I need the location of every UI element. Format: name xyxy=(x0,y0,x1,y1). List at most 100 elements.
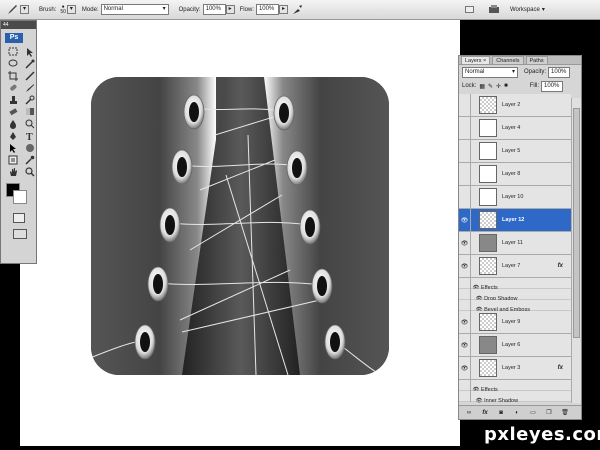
file-browser-icon[interactable] xyxy=(464,4,476,16)
lock-transparent-icon[interactable]: ▦ xyxy=(479,83,485,90)
visibility-toggle[interactable] xyxy=(459,117,471,139)
effects-row[interactable]: 👁 Effects xyxy=(459,278,571,291)
add-mask-icon[interactable]: ◙ xyxy=(497,410,506,416)
photoshop-window: ▾ Brush: ● 50 ▾ Mode: Normal ▾ Opacity: … xyxy=(0,0,600,450)
layer-row[interactable]: 👁 Layer 9 xyxy=(459,311,571,334)
eye-icon[interactable]: 👁 xyxy=(459,209,471,231)
type-tool-icon[interactable]: T xyxy=(23,130,37,141)
layer-row[interactable]: Layer 4 xyxy=(459,117,571,140)
visibility-toggle[interactable] xyxy=(459,163,471,185)
background-color-swatch[interactable] xyxy=(13,190,27,204)
effect-row[interactable]: 👁 Inner Shadow xyxy=(459,391,571,404)
flow-input[interactable]: 100% xyxy=(255,4,279,15)
effect-row[interactable]: 👁 Drop Shadow xyxy=(459,289,571,302)
blur-tool-icon[interactable] xyxy=(6,118,20,129)
layer-row[interactable]: Layer 5 xyxy=(459,140,571,163)
eye-icon[interactable]: 👁 xyxy=(459,311,471,333)
mode-select[interactable]: Normal ▾ xyxy=(100,4,169,15)
brush-dropdown[interactable]: ▾ xyxy=(66,5,76,14)
bridge-icon[interactable] xyxy=(488,4,500,16)
marquee-tool-icon[interactable] xyxy=(6,46,20,57)
effect-row[interactable]: 👁 Bevel and Emboss xyxy=(459,300,571,313)
flow-slider-toggle[interactable]: ▸ xyxy=(278,5,288,14)
brush-tool-icon[interactable] xyxy=(23,82,37,93)
layer-row[interactable]: 👁 Layer 6 xyxy=(459,334,571,357)
eye-icon[interactable]: 👁 xyxy=(459,232,471,254)
move-tool-icon[interactable] xyxy=(23,46,37,57)
visibility-toggle[interactable] xyxy=(459,94,471,116)
lasso-tool-icon[interactable] xyxy=(6,58,20,69)
tool-preset-dropdown[interactable]: ▾ xyxy=(20,5,29,14)
airbrush-icon[interactable] xyxy=(292,4,304,16)
slice-tool-icon[interactable] xyxy=(23,70,37,81)
link-layers-icon[interactable]: ∞ xyxy=(465,410,474,416)
notes-tool-icon[interactable] xyxy=(6,154,20,165)
visibility-toggle[interactable] xyxy=(459,186,471,208)
fx-icon[interactable]: fx xyxy=(558,263,563,269)
adjustment-layer-icon[interactable]: ◐ xyxy=(513,410,522,416)
gradient-tool-icon[interactable] xyxy=(23,106,37,117)
new-group-icon[interactable]: ▭ xyxy=(529,409,538,416)
lock-label: Lock: xyxy=(462,83,477,89)
pen-tool-icon[interactable] xyxy=(6,130,20,141)
tab-layers-label: Layers xyxy=(465,58,482,64)
shape-tool-icon[interactable] xyxy=(23,142,37,153)
path-selection-icon[interactable] xyxy=(6,142,20,153)
magic-wand-icon[interactable] xyxy=(23,58,37,69)
options-bar: ▾ Brush: ● 50 ▾ Mode: Normal ▾ Opacity: … xyxy=(0,0,600,20)
visibility-toggle[interactable] xyxy=(459,140,471,162)
eraser-tool-icon[interactable] xyxy=(6,106,20,117)
clone-stamp-icon[interactable] xyxy=(6,94,20,105)
panel-tabs: Layers × Channels Paths xyxy=(459,56,581,65)
crop-tool-icon[interactable] xyxy=(6,70,20,81)
flow-label: Flow: xyxy=(239,6,254,13)
eye-icon[interactable]: 👁 xyxy=(476,398,483,404)
trash-icon[interactable]: 🗑 xyxy=(561,409,570,416)
tab-paths[interactable]: Paths xyxy=(525,56,548,64)
tab-channels[interactable]: Channels xyxy=(492,56,524,64)
eye-icon[interactable]: 👁 xyxy=(459,255,471,277)
screen-mode-icon[interactable] xyxy=(13,229,27,239)
opacity-input[interactable]: 100% xyxy=(202,4,226,15)
layer-row-selected[interactable]: 👁 Layer 12 xyxy=(459,209,571,232)
lock-all-icon[interactable]: ■ xyxy=(504,83,508,89)
layer-name: Layer 8 xyxy=(502,171,521,177)
tab-layers[interactable]: Layers × xyxy=(461,56,491,64)
new-layer-icon[interactable]: ❐ xyxy=(545,409,554,416)
brush-picker[interactable]: ● 50 xyxy=(60,4,66,15)
eyedropper-icon[interactable] xyxy=(23,154,37,165)
quick-mask-icon[interactable] xyxy=(13,213,25,223)
dodge-tool-icon[interactable] xyxy=(23,118,37,129)
effects-row[interactable]: 👁 Effects xyxy=(459,380,571,393)
mode-label: Mode: xyxy=(81,6,99,13)
add-style-icon[interactable]: fx xyxy=(481,410,490,416)
layer-opacity-input[interactable]: 100% xyxy=(548,66,571,78)
healing-brush-icon[interactable] xyxy=(6,82,20,93)
zoom-tool-icon[interactable] xyxy=(23,166,37,177)
layer-row[interactable]: Layer 10 xyxy=(459,186,571,209)
history-brush-icon[interactable] xyxy=(23,94,37,105)
layer-row[interactable]: 👁 Layer 11 xyxy=(459,232,571,255)
toolbox-header[interactable]: 44 xyxy=(1,21,36,29)
lock-move-icon[interactable]: ✛ xyxy=(496,83,501,90)
layer-row[interactable]: 👁 Layer 7 fx xyxy=(459,255,571,278)
close-icon[interactable]: × xyxy=(483,58,486,64)
hand-tool-icon[interactable] xyxy=(6,166,20,177)
layer-row[interactable]: 👁 Layer 3 fx xyxy=(459,357,571,380)
blend-mode-select[interactable]: Normal ▾ xyxy=(462,66,518,78)
eye-icon[interactable]: 👁 xyxy=(459,357,471,379)
fx-icon[interactable]: fx xyxy=(558,365,563,371)
lock-paint-icon[interactable]: ✎ xyxy=(488,83,493,90)
layer-row[interactable]: Layer 8 xyxy=(459,163,571,186)
brush-icon[interactable] xyxy=(6,4,18,16)
layers-scrollbar[interactable] xyxy=(571,98,581,403)
layer-thumbnail xyxy=(479,211,497,229)
opacity-slider-toggle[interactable]: ▸ xyxy=(225,5,235,14)
fill-input[interactable]: 100% xyxy=(541,80,564,92)
eye-icon[interactable]: 👁 xyxy=(459,334,471,356)
scrollbar-thumb[interactable] xyxy=(573,108,580,338)
layer-row[interactable]: Layer 2 xyxy=(459,94,571,117)
document-canvas[interactable] xyxy=(20,20,460,446)
lock-row: Lock: ▦ ✎ ✛ ■ Fill: 100% xyxy=(459,79,581,93)
workspace-menu[interactable]: Workspace ▾ xyxy=(510,6,545,14)
